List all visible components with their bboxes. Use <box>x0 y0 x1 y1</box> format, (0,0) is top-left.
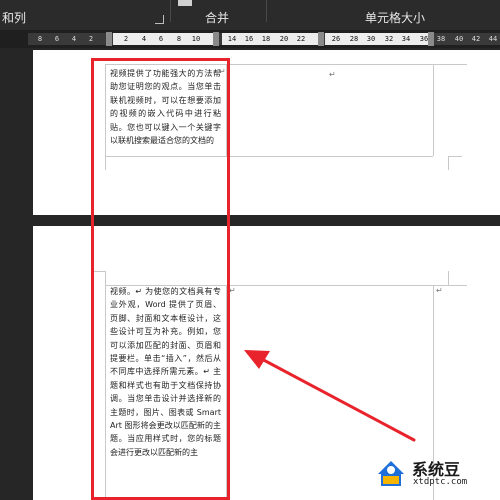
watermark: 系统豆 xtdptc.com <box>374 452 494 494</box>
watermark-url: xtdptc.com <box>413 477 468 487</box>
annotation-arrow-icon <box>244 350 416 442</box>
watermark-logo-icon <box>378 461 404 486</box>
